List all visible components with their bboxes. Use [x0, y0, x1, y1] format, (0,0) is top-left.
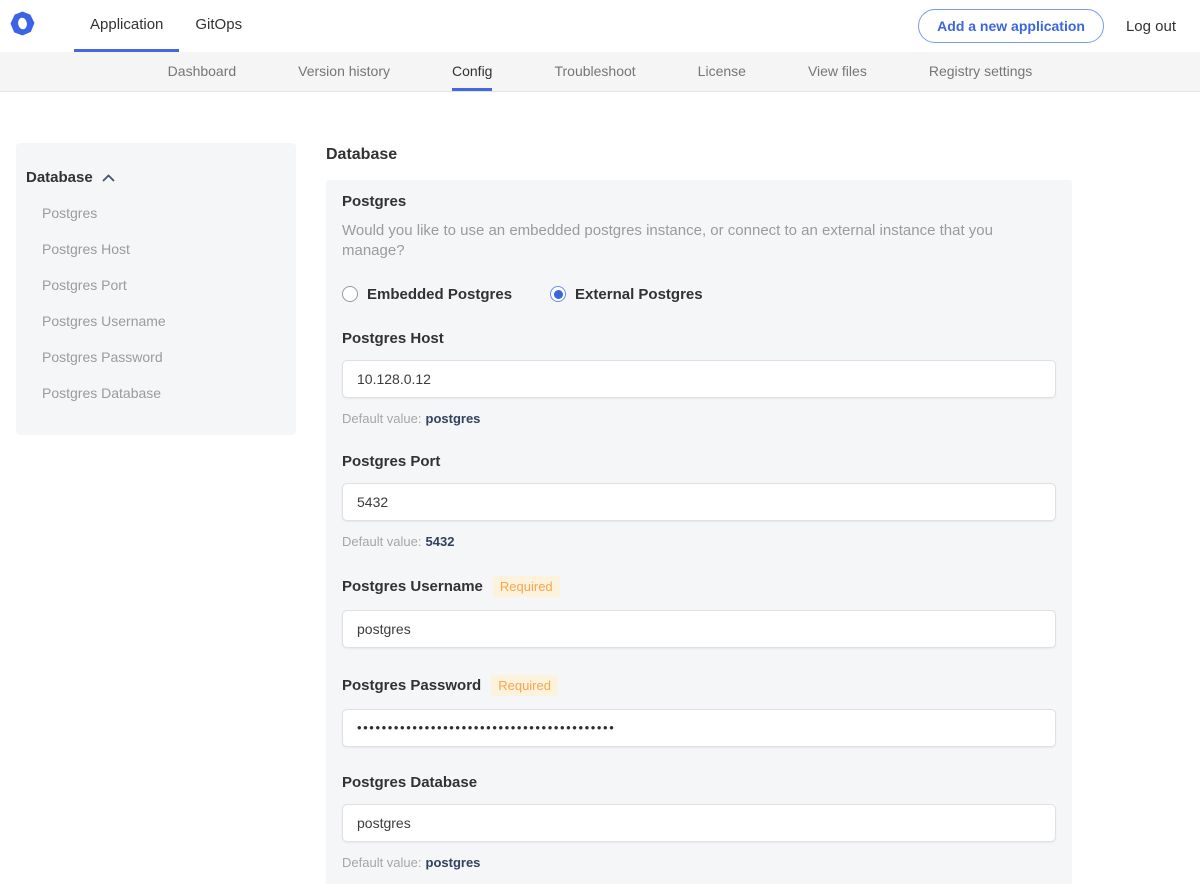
field-label: Postgres Database: [342, 773, 478, 791]
field-postgres-port: Postgres Port Default value:5432: [342, 453, 1056, 549]
subnav-dashboard[interactable]: Dashboard: [168, 52, 237, 91]
sidebar-item-postgres-database[interactable]: Postgres Database: [16, 375, 296, 411]
sidebar-list: Postgres Postgres Host Postgres Port Pos…: [16, 195, 296, 411]
header-right: Add a new application Log out: [918, 0, 1176, 52]
field-label: Postgres Host: [342, 329, 444, 347]
config-group-panel: Postgres Would you like to use an embedd…: [326, 180, 1072, 884]
radio-external-postgres[interactable]: External Postgres: [550, 286, 703, 303]
subnav-license[interactable]: License: [698, 52, 746, 91]
postgres-database-input[interactable]: [342, 803, 1056, 842]
sidebar-group-database[interactable]: Database: [16, 169, 296, 186]
subnav-troubleshoot[interactable]: Troubleshoot: [554, 52, 635, 91]
field-postgres-host: Postgres Host Default value:postgres: [342, 330, 1056, 426]
field-label: Postgres Username: [342, 577, 483, 595]
config-main: Database Postgres Would you like to use …: [326, 143, 1072, 884]
sidebar-item-postgres-host[interactable]: Postgres Host: [16, 231, 296, 267]
default-value-note: Default value: 5432: [342, 533, 455, 549]
radio-circle-unchecked: [342, 286, 358, 302]
field-postgres-database: Postgres Database Default value:postgres: [342, 774, 1056, 870]
field-postgres-username: Postgres Username Required: [342, 575, 1056, 648]
field-label: Postgres Password: [342, 676, 482, 694]
logout-button[interactable]: Log out: [1126, 18, 1176, 35]
required-badge: Required: [492, 575, 560, 597]
sidebar-group-label: Database: [26, 169, 93, 186]
radio-label: External Postgres: [575, 285, 703, 303]
page-title: Database: [326, 146, 398, 163]
app-header: Application GitOps Add a new application…: [0, 0, 1200, 52]
header-tabs: Application GitOps: [74, 0, 258, 52]
field-postgres-password: Postgres Password Required: [342, 674, 1056, 747]
app-logo[interactable]: [10, 0, 35, 52]
required-badge: Required: [491, 674, 558, 696]
subnav-view-files[interactable]: View files: [808, 52, 867, 91]
radio-circle-checked: [550, 286, 567, 302]
postgres-password-input[interactable]: [342, 708, 1056, 747]
tab-gitops[interactable]: GitOps: [179, 0, 258, 52]
app-subnav: Dashboard Version history Config Trouble…: [0, 52, 1200, 92]
postgres-username-input[interactable]: [342, 609, 1056, 648]
subnav-registry-settings[interactable]: Registry settings: [929, 52, 1032, 91]
subnav-version-history[interactable]: Version history: [298, 52, 390, 91]
tab-application[interactable]: Application: [74, 0, 180, 52]
postgres-type-radio-group: Embedded Postgres External Postgres: [342, 286, 1056, 303]
default-value-note: Default value: postgres: [342, 854, 481, 870]
config-group-help: Would you like to use an embedded postgr…: [342, 222, 993, 260]
add-new-application-button[interactable]: Add a new application: [918, 9, 1104, 43]
replicated-logo-icon: [10, 11, 35, 41]
sidebar-item-postgres-username[interactable]: Postgres Username: [16, 303, 296, 339]
field-label: Postgres Port: [342, 452, 441, 470]
postgres-host-input[interactable]: [342, 359, 1056, 398]
default-value-note: Default value: postgres: [342, 410, 481, 426]
radio-label: Embedded Postgres: [367, 285, 513, 303]
config-sidebar: Database Postgres Postgres Host Postgres…: [16, 143, 296, 435]
subnav-config[interactable]: Config: [452, 52, 493, 91]
sidebar-item-postgres[interactable]: Postgres: [16, 195, 296, 231]
postgres-port-input[interactable]: [342, 482, 1056, 521]
content-area: Database Postgres Postgres Host Postgres…: [0, 92, 1200, 884]
config-group-label: Postgres: [342, 193, 407, 210]
sidebar-item-postgres-password[interactable]: Postgres Password: [16, 339, 296, 375]
chevron-up-icon: [102, 169, 115, 186]
sidebar-item-postgres-port[interactable]: Postgres Port: [16, 267, 296, 303]
radio-embedded-postgres[interactable]: Embedded Postgres: [342, 286, 512, 303]
